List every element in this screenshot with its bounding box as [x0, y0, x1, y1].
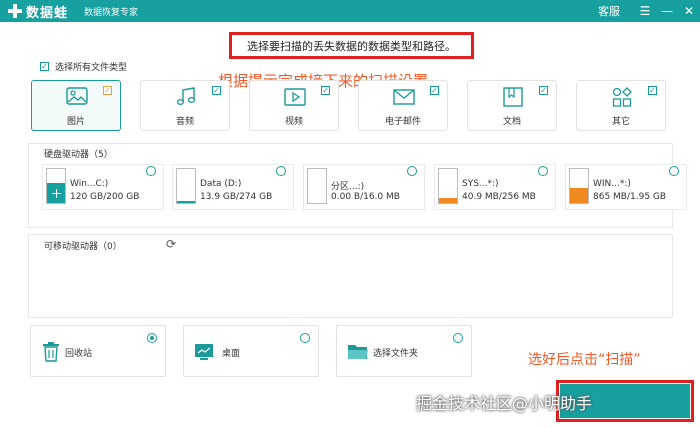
drive-size: 13.9 GB/274 GB	[200, 192, 273, 202]
drive-usage-fill	[439, 197, 457, 203]
location-label: 桌面	[222, 349, 241, 359]
location-desktop[interactable]: 桌面	[183, 325, 319, 377]
drive-icon	[438, 168, 458, 204]
app-subtitle: 数据恢复专家	[84, 7, 139, 18]
drive-radio[interactable]	[407, 166, 417, 176]
folder-icon	[348, 345, 368, 359]
file-type-label: 文档	[502, 117, 521, 127]
drive-name: SYS...*:)	[462, 179, 499, 189]
drive-icon	[46, 168, 66, 204]
other-icon	[612, 87, 632, 107]
recycle-bin-icon	[43, 342, 59, 362]
file-type-email[interactable]: ✓ 电子邮件	[358, 80, 448, 131]
app-logo: 数据蛙	[8, 2, 68, 21]
removable-drive-title: 可移动驱动器（0）	[44, 242, 122, 252]
location-label: 选择文件夹	[373, 349, 419, 359]
mail-icon	[393, 89, 415, 105]
location-radio[interactable]	[453, 333, 463, 343]
select-all-label: 选择所有文件类型	[55, 63, 128, 73]
file-type-audio[interactable]: ✓ 音频	[140, 80, 230, 131]
file-type-label: 其它	[611, 117, 630, 127]
checkbox-icon[interactable]: ✓	[103, 86, 112, 95]
watermark-text: 掘金技术社区@小明助手	[416, 394, 593, 413]
file-type-label: 图片	[66, 117, 85, 127]
drive-name: 分区...:)	[331, 182, 365, 192]
location-radio[interactable]	[300, 333, 310, 343]
select-all-checkbox[interactable]: ✓ 选择所有文件类型	[40, 60, 127, 73]
drive-size: 0.00 B/16.0 MB	[331, 192, 400, 202]
file-type-video[interactable]: ✓ 视频	[249, 80, 339, 131]
image-icon	[66, 87, 88, 105]
close-icon[interactable]: ✕	[678, 0, 700, 22]
location-choose-folder[interactable]: 选择文件夹	[336, 325, 472, 377]
file-type-document[interactable]: ✓ 文档	[467, 80, 557, 131]
drive-usage-fill	[570, 188, 588, 203]
drive-radio[interactable]	[146, 166, 156, 176]
location-label: 回收站	[65, 349, 93, 359]
drive-radio[interactable]	[538, 166, 548, 176]
scan-hint: 选好后点击“扫描”	[528, 352, 641, 368]
drive-icon	[307, 168, 327, 204]
file-type-label: 视频	[284, 117, 303, 127]
checkbox-icon[interactable]: ✓	[321, 86, 330, 95]
drive-usage-fill	[177, 201, 195, 203]
refresh-icon[interactable]: ⟳	[166, 238, 178, 250]
drive-size: 120 GB/200 GB	[70, 192, 140, 202]
windows-icon	[52, 189, 61, 198]
file-type-label: 音频	[175, 117, 194, 127]
drive-radio[interactable]	[276, 166, 286, 176]
desktop-icon	[195, 344, 213, 360]
title-bar: 数据蛙 数据恢复专家 客服 ☰ — ✕	[0, 0, 700, 22]
removable-drive-panel	[28, 234, 673, 318]
checkbox-icon[interactable]: ✓	[539, 86, 548, 95]
logo-cross-icon	[8, 4, 22, 18]
hard-drive-title: 硬盘驱动器（5）	[44, 150, 113, 160]
location-radio[interactable]	[147, 333, 157, 343]
file-type-other[interactable]: ✓ 其它	[576, 80, 666, 131]
drive-size: 40.9 MB/256 MB	[462, 192, 536, 202]
minimize-icon[interactable]: —	[656, 0, 678, 22]
checkbox-icon[interactable]: ✓	[212, 86, 221, 95]
drive-name: Data (D:)	[200, 179, 242, 189]
customer-service-button[interactable]: 客服	[598, 3, 620, 19]
checkbox-icon: ✓	[40, 61, 49, 71]
drive-icon	[569, 168, 589, 204]
file-type-image[interactable]: ✓ 图片	[31, 80, 121, 131]
location-recycle-bin[interactable]: 回收站	[30, 325, 166, 377]
music-icon	[176, 87, 196, 105]
video-icon	[284, 88, 306, 106]
drive-icon	[176, 168, 196, 204]
menu-icon[interactable]: ☰	[634, 0, 656, 22]
drive-name: Win...C:)	[70, 179, 109, 189]
drive-size: 865 MB/1.95 GB	[593, 192, 667, 202]
instruction-heading: 选择要扫描的丢失数据的数据类型和路径。	[229, 32, 474, 59]
file-type-label: 电子邮件	[384, 117, 421, 127]
document-icon	[503, 87, 523, 107]
app-name: 数据蛙	[26, 5, 69, 21]
drive-name: WIN...*:)	[593, 179, 631, 189]
checkbox-icon[interactable]: ✓	[430, 86, 439, 95]
checkbox-icon[interactable]: ✓	[648, 86, 657, 95]
drive-radio[interactable]	[669, 166, 679, 176]
